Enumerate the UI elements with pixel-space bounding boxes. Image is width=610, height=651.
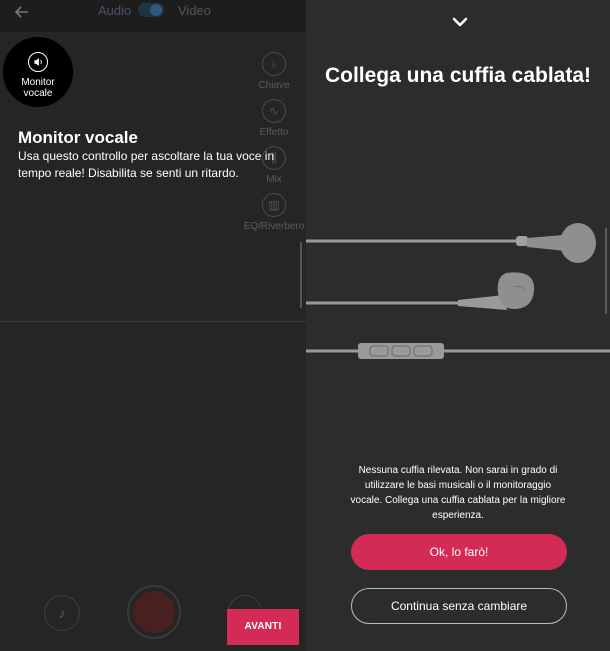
audio-video-toggle[interactable] bbox=[138, 3, 164, 17]
tool-effect-label: Effetto bbox=[259, 127, 289, 138]
tool-key-label: Chiave bbox=[258, 80, 290, 91]
back-arrow-icon[interactable] bbox=[12, 2, 32, 22]
modal-scrollbar[interactable] bbox=[605, 228, 607, 314]
tool-key[interactable]: ♭ Chiave bbox=[242, 52, 306, 91]
voice-monitor-label: Monitor vocale bbox=[3, 77, 73, 99]
wired-earphones-illustration bbox=[306, 223, 610, 359]
continue-without-changing-button[interactable]: Continua senza cambiare bbox=[351, 588, 567, 624]
voice-monitor-label-line1: Monitor bbox=[21, 77, 55, 88]
tooltip-title: Monitor vocale bbox=[18, 128, 138, 147]
video-mode-label: Video bbox=[178, 3, 212, 18]
modal-title: Collega una cuffia cablata! bbox=[324, 64, 592, 87]
top-bar: Audio Video bbox=[0, 0, 306, 32]
music-note-icon[interactable]: ♪ bbox=[44, 595, 80, 631]
tool-eq[interactable]: ▥ EQ/Riverbero bbox=[242, 193, 306, 232]
key-icon: ♭ bbox=[262, 52, 286, 76]
next-button[interactable]: AVANTI bbox=[227, 609, 299, 645]
tool-eq-label: EQ/Riverbero bbox=[243, 221, 305, 232]
chevron-down-icon[interactable] bbox=[452, 16, 468, 28]
section-divider bbox=[0, 321, 306, 322]
record-icon bbox=[133, 591, 175, 633]
effect-icon: ∿ bbox=[262, 99, 286, 123]
record-button[interactable] bbox=[127, 585, 181, 639]
toggle-knob bbox=[150, 4, 162, 16]
modal-message: Nessuna cuffia rilevata. Non sarai in gr… bbox=[350, 465, 566, 521]
voice-monitor-label-line2: vocale bbox=[23, 88, 53, 99]
left-scrollbar[interactable] bbox=[300, 242, 302, 308]
speaker-icon bbox=[28, 52, 48, 72]
tool-effect[interactable]: ∿ Effetto bbox=[242, 99, 306, 138]
confirm-button[interactable]: Ok, lo farò! bbox=[351, 534, 567, 570]
voice-monitor-button[interactable]: Monitor vocale bbox=[3, 37, 73, 107]
recording-screen: Audio Video ♭ Chiave ∿ Effetto ⫼ Mix ▥ E… bbox=[0, 0, 306, 651]
tooltip-text: Usa questo controllo per ascoltare la tu… bbox=[18, 149, 275, 180]
equalizer-icon: ▥ bbox=[262, 193, 286, 217]
audio-mode-label: Audio bbox=[98, 3, 132, 18]
headphones-modal: Collega una cuffia cablata! Nessuna cuff… bbox=[306, 0, 610, 651]
